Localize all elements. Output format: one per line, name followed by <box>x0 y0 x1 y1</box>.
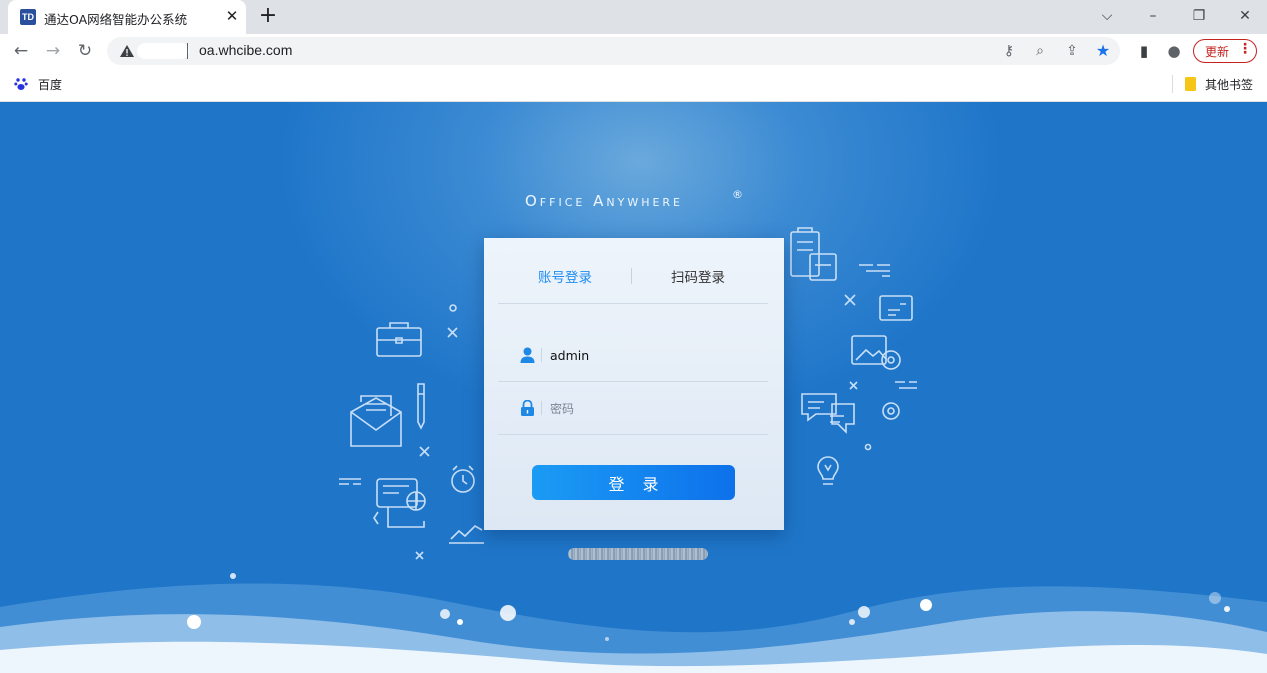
address-bar[interactable]: oa.whcibe.com ⚷ ⌕ ⇪ ★ <box>107 37 1120 65</box>
browser-toolbar: ← → ↻ oa.whcibe.com ⚷ ⌕ ⇪ ★ ▮ ● 更新 ⋮ <box>0 34 1267 68</box>
menu-kebab-icon: ⋮ <box>1238 41 1252 57</box>
divider <box>498 303 768 304</box>
reload-button[interactable]: ↻ <box>74 40 96 62</box>
field-separator <box>541 401 542 415</box>
tab-search-dropdown-icon[interactable]: ⌵ <box>1095 5 1119 27</box>
update-label: 更新 <box>1205 45 1230 59</box>
bookmark-separator <box>1172 75 1173 93</box>
bookmarks-bar: 百度 其他书签 <box>0 68 1267 102</box>
security-warning-icon[interactable] <box>119 43 135 59</box>
side-panel-icon[interactable]: ▮ <box>1133 40 1155 62</box>
divider <box>498 434 768 435</box>
password-input[interactable] <box>550 397 750 419</box>
folder-icon <box>1185 77 1196 91</box>
login-page: Office Anywhere ® 账号登录 扫码登录 登录 <box>0 102 1267 673</box>
lock-icon <box>521 400 534 416</box>
brand-wordmark: Office Anywhere <box>525 192 684 210</box>
field-separator <box>541 348 542 362</box>
login-card: 账号登录 扫码登录 登录 <box>484 238 784 530</box>
share-icon[interactable]: ⇪ <box>1062 41 1082 61</box>
tab-close-icon[interactable]: ✕ <box>222 6 242 26</box>
divider <box>498 381 768 382</box>
tab-divider <box>631 268 632 284</box>
bookmark-star-icon[interactable]: ★ <box>1093 41 1113 61</box>
key-icon[interactable]: ⚷ <box>999 41 1019 61</box>
update-button[interactable]: 更新 ⋮ <box>1193 39 1257 63</box>
bookmark-baidu[interactable]: 百度 <box>38 76 62 93</box>
url-separator <box>187 43 188 59</box>
profile-avatar-icon[interactable]: ● <box>1163 40 1185 62</box>
browser-tab-strip: TD 通达OA网络智能办公系统 ✕ + ⌵ – ❐ ✕ <box>0 0 1267 34</box>
blurred-footer-text <box>568 548 708 560</box>
user-icon <box>520 347 535 363</box>
minimize-button[interactable]: – <box>1141 5 1165 27</box>
new-tab-button[interactable]: + <box>256 4 280 28</box>
url-text[interactable]: oa.whcibe.com <box>199 42 292 58</box>
registered-mark: ® <box>732 188 743 201</box>
username-input[interactable] <box>550 344 750 366</box>
back-button[interactable]: ← <box>10 40 32 62</box>
bookmark-other[interactable]: 其他书签 <box>1205 76 1253 93</box>
tab-title: 通达OA网络智能办公系统 <box>44 12 188 27</box>
login-button[interactable]: 登录 <box>532 465 735 500</box>
restore-button[interactable]: ❐ <box>1187 5 1211 27</box>
close-window-button[interactable]: ✕ <box>1233 5 1257 27</box>
td-favicon-icon: TD <box>20 9 36 25</box>
tab-qrcode-login[interactable]: 扫码登录 <box>671 266 725 286</box>
blurred-region <box>137 43 189 59</box>
tab-account-login[interactable]: 账号登录 <box>538 266 592 286</box>
browser-tab[interactable]: TD 通达OA网络智能办公系统 ✕ <box>8 0 246 34</box>
zoom-icon[interactable]: ⌕ <box>1030 41 1050 61</box>
forward-button[interactable]: → <box>42 40 64 62</box>
baidu-paw-icon <box>14 78 28 90</box>
